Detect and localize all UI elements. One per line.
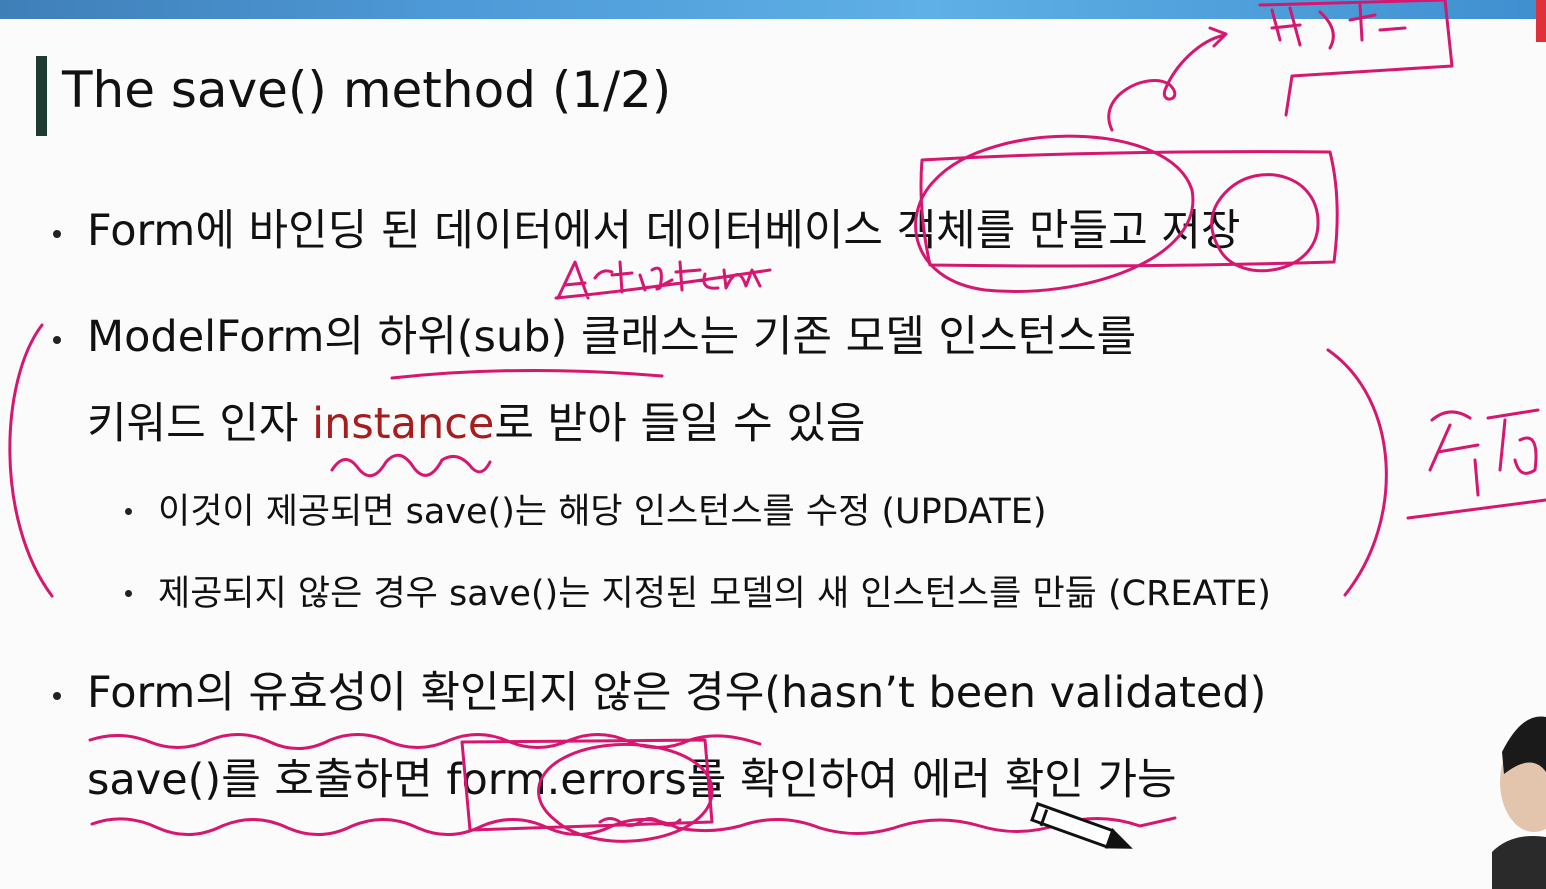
ink-note-scribble	[1270, 3, 1407, 50]
ink-circle-errors	[537, 742, 714, 843]
ink-note-box	[1258, 0, 1454, 117]
ink-circle-save	[1210, 173, 1320, 273]
ink-arrow-to-note	[1107, 33, 1227, 132]
ink-annotations	[8, 0, 1546, 849]
ink-underline-sub	[390, 368, 664, 380]
presenter-webcam	[1492, 716, 1546, 889]
ink-right-bracket	[1326, 348, 1388, 597]
ink-left-bracket	[8, 323, 54, 598]
ink-edit-note	[1406, 408, 1546, 520]
ink-box-create-save	[919, 150, 1339, 268]
ink-squiggle-instance	[330, 453, 492, 478]
ink-articleform	[554, 260, 772, 300]
